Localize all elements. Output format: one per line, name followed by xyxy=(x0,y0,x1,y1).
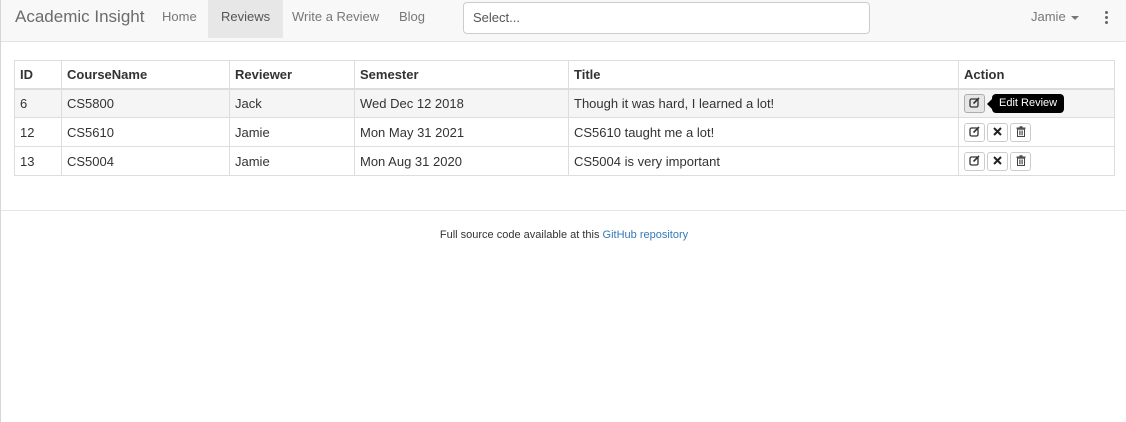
cancel-button[interactable] xyxy=(987,151,1008,171)
cell-semester: Mon May 31 2021 xyxy=(354,117,569,147)
cell-course: CS5610 xyxy=(61,117,230,147)
cell-reviewer: Jamie xyxy=(229,146,355,176)
github-link[interactable]: GitHub repository xyxy=(603,229,689,241)
nav-reviews[interactable]: Reviews xyxy=(208,0,284,38)
user-name: Jamie xyxy=(1031,9,1066,24)
footer: Full source code available at this GitHu… xyxy=(1,229,1126,241)
cell-title: Though it was hard, I learned a lot! xyxy=(568,88,959,118)
more-vert-icon[interactable] xyxy=(1104,11,1110,25)
table-row: 12 CS5610 Jamie Mon May 31 2021 CS5610 t… xyxy=(14,117,1115,147)
app-frame: Academic Insight Home Reviews Write a Re… xyxy=(0,0,1126,422)
cell-id: 13 xyxy=(14,146,62,176)
edit-icon xyxy=(969,126,980,137)
nav-blog[interactable]: Blog xyxy=(386,0,438,38)
edit-review-tooltip: Edit Review xyxy=(986,93,1065,113)
cell-title: CS5004 is very important xyxy=(568,146,959,176)
course-select[interactable]: Select... xyxy=(463,2,870,34)
close-icon xyxy=(993,127,1002,136)
header-id: ID xyxy=(14,60,62,90)
footer-divider xyxy=(1,210,1126,211)
cell-id: 6 xyxy=(14,88,62,118)
delete-review-button[interactable] xyxy=(1010,151,1031,171)
trash-icon xyxy=(1016,155,1025,167)
edit-icon xyxy=(969,97,980,108)
edit-review-button[interactable] xyxy=(964,151,985,171)
caret-down-icon xyxy=(1070,15,1079,20)
header-reviewer: Reviewer xyxy=(229,60,355,90)
reviews-table: ID CourseName Reviewer Semester Title Ac… xyxy=(14,60,1115,176)
user-menu[interactable]: Jamie xyxy=(1031,0,1079,34)
delete-review-button[interactable] xyxy=(1010,122,1031,142)
cell-action: Edit Review xyxy=(958,88,1115,118)
cell-reviewer: Jamie xyxy=(229,117,355,147)
cell-id: 12 xyxy=(14,117,62,147)
footer-text: Full source code available at this xyxy=(439,229,600,241)
edit-review-button[interactable] xyxy=(964,122,985,142)
trash-icon xyxy=(1016,126,1025,138)
cell-course: CS5004 xyxy=(61,146,230,176)
table-row: 6 CS5800 Jack Wed Dec 12 2018 Though it … xyxy=(14,88,1115,118)
cell-action xyxy=(958,117,1115,147)
header-action: Action xyxy=(958,60,1115,90)
navbar: Academic Insight Home Reviews Write a Re… xyxy=(1,0,1126,42)
header-semester: Semester xyxy=(354,60,569,90)
cell-action xyxy=(958,146,1115,176)
nav-home[interactable]: Home xyxy=(149,0,210,38)
cell-reviewer: Jack xyxy=(229,88,355,118)
table-header-row: ID CourseName Reviewer Semester Title Ac… xyxy=(14,60,1115,90)
cell-semester: Mon Aug 31 2020 xyxy=(354,146,569,176)
header-course-name: CourseName xyxy=(61,60,230,90)
header-title: Title xyxy=(568,60,959,90)
cell-course: CS5800 xyxy=(61,88,230,118)
edit-review-button[interactable] xyxy=(964,93,985,113)
nav-write-review[interactable]: Write a Review xyxy=(279,0,392,38)
table-row: 13 CS5004 Jamie Mon Aug 31 2020 CS5004 i… xyxy=(14,146,1115,176)
edit-icon xyxy=(969,155,980,166)
cancel-button[interactable] xyxy=(987,122,1008,142)
cell-title: CS5610 taught me a lot! xyxy=(568,117,959,147)
cell-semester: Wed Dec 12 2018 xyxy=(354,88,569,118)
brand-logo[interactable]: Academic Insight xyxy=(15,0,144,34)
close-icon xyxy=(993,156,1002,165)
